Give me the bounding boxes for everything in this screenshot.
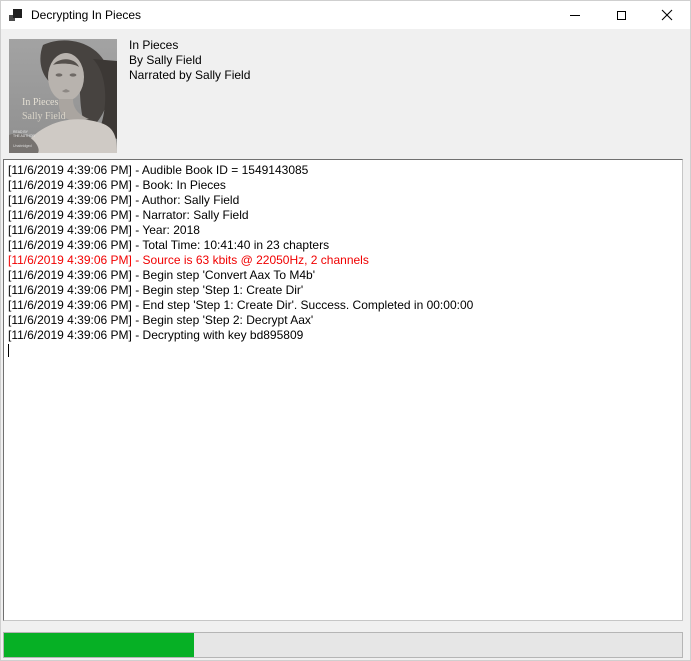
log-line: [11/6/2019 4:39:06 PM] - Audible Book ID…	[8, 163, 678, 178]
minimize-button[interactable]	[552, 1, 598, 29]
caret-line	[8, 343, 678, 358]
book-info: In Pieces By Sally Field Narrated by Sal…	[129, 38, 250, 83]
book-narrator: Narrated by Sally Field	[129, 68, 250, 83]
app-window: Decrypting In Pieces	[0, 0, 691, 661]
svg-text:Unabridged: Unabridged	[13, 144, 32, 148]
log-line: [11/6/2019 4:39:06 PM] - Book: In Pieces	[8, 178, 678, 193]
cover-title-text: In Pieces	[22, 97, 58, 108]
svg-text:THE AUTHOR: THE AUTHOR	[13, 134, 35, 138]
close-button[interactable]	[644, 1, 690, 29]
log-line: [11/6/2019 4:39:06 PM] - Author: Sally F…	[8, 193, 678, 208]
book-author: By Sally Field	[129, 53, 250, 68]
window-controls	[552, 1, 690, 29]
log-line: [11/6/2019 4:39:06 PM] - Narrator: Sally…	[8, 208, 678, 223]
progress-bar	[3, 632, 683, 658]
progress-bar-fill	[4, 633, 194, 657]
window-title: Decrypting In Pieces	[31, 8, 141, 22]
book-title: In Pieces	[129, 38, 250, 53]
log-line: [11/6/2019 4:39:06 PM] - Source is 63 kb…	[8, 253, 678, 268]
log-textbox[interactable]: [11/6/2019 4:39:06 PM] - Audible Book ID…	[3, 159, 683, 621]
maximize-icon	[617, 11, 626, 20]
minimize-icon	[570, 15, 580, 16]
cover-author-text: Sally Field	[22, 111, 66, 122]
log-line: [11/6/2019 4:39:06 PM] - Begin step 'Ste…	[8, 313, 678, 328]
log-line: [11/6/2019 4:39:06 PM] - End step 'Step …	[8, 298, 678, 313]
text-caret	[8, 344, 9, 357]
log-line: [11/6/2019 4:39:06 PM] - Total Time: 10:…	[8, 238, 678, 253]
titlebar[interactable]: Decrypting In Pieces	[1, 1, 690, 29]
maximize-button[interactable]	[598, 1, 644, 29]
app-icon[interactable]	[9, 8, 23, 22]
log-line: [11/6/2019 4:39:06 PM] - Decrypting with…	[8, 328, 678, 343]
log-line: [11/6/2019 4:39:06 PM] - Begin step 'Con…	[8, 268, 678, 283]
close-icon	[661, 9, 673, 21]
log-line: [11/6/2019 4:39:06 PM] - Begin step 'Ste…	[8, 283, 678, 298]
book-cover-image: In Pieces Sally Field READ BY THE AUTHOR…	[9, 39, 117, 153]
log-line: [11/6/2019 4:39:06 PM] - Year: 2018	[8, 223, 678, 238]
